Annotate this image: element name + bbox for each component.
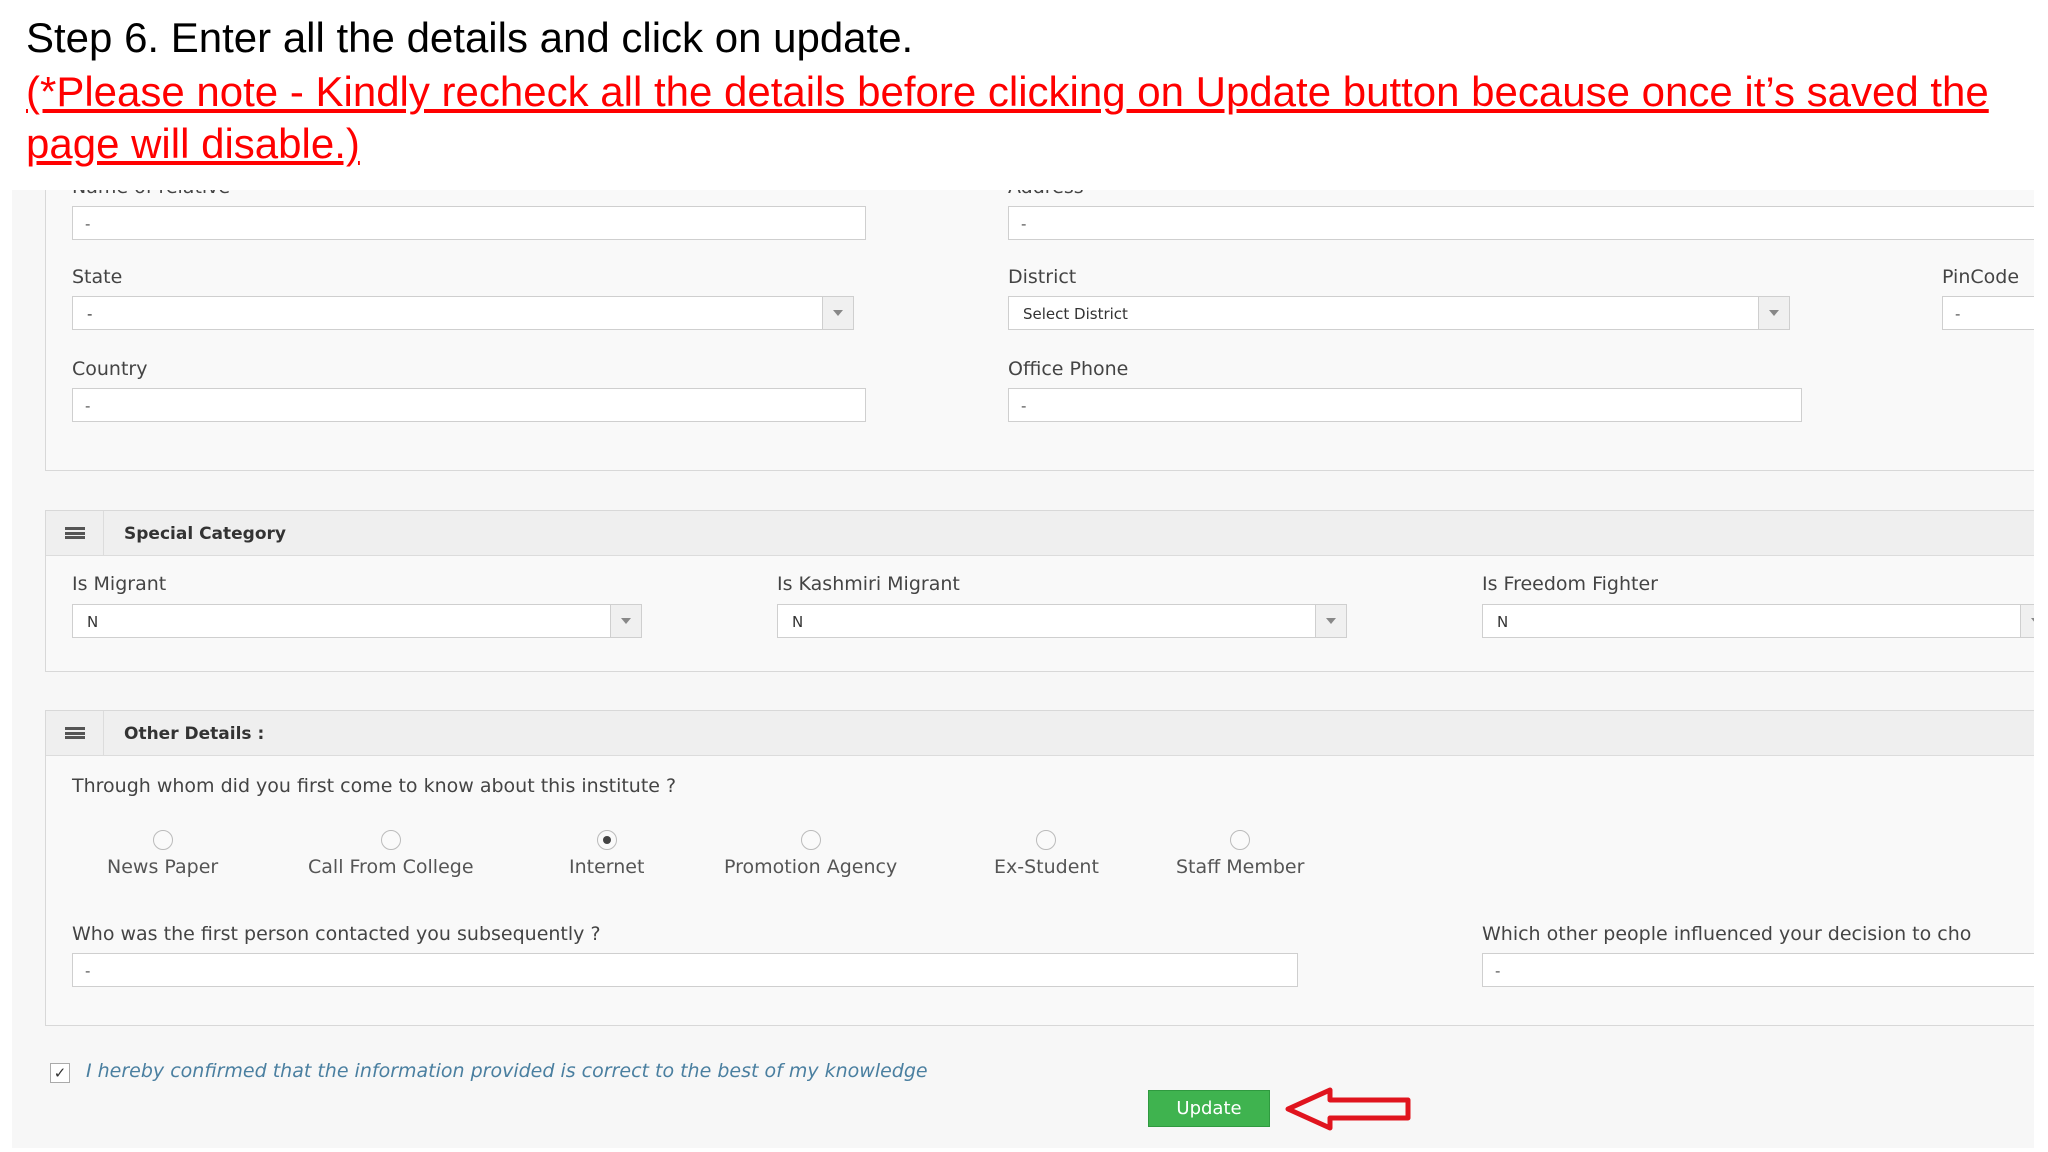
menu-icon bbox=[46, 511, 104, 555]
radio-circle-selected[interactable] bbox=[596, 830, 617, 850]
radio-circle[interactable] bbox=[800, 830, 821, 850]
radio-circle[interactable] bbox=[1230, 830, 1251, 850]
radio-circle[interactable] bbox=[380, 830, 401, 850]
radio-label: News Paper bbox=[107, 856, 219, 878]
radio-circle[interactable] bbox=[152, 830, 173, 850]
is-kashmiri-migrant-select[interactable]: N bbox=[777, 604, 1347, 638]
district-select[interactable]: Select District bbox=[1008, 296, 1790, 330]
radio-label: Staff Member bbox=[1176, 856, 1305, 878]
chevron-down-icon bbox=[610, 605, 641, 637]
country-input[interactable]: - bbox=[72, 388, 866, 422]
chevron-down-icon bbox=[2020, 605, 2034, 637]
is-kashmiri-migrant-value: N bbox=[792, 613, 804, 631]
office-phone-input[interactable]: - bbox=[1008, 388, 1802, 422]
slide-note: (*Please note - Kindly recheck all the d… bbox=[26, 68, 1989, 167]
pincode-label: PinCode bbox=[1942, 266, 2020, 288]
chevron-down-icon bbox=[1315, 605, 1346, 637]
radio-ex-student[interactable]: Ex-Student bbox=[994, 830, 1099, 878]
other-details-header: Other Details : bbox=[46, 711, 2034, 756]
influenced-label: Which other people influenced your decis… bbox=[1482, 923, 1972, 945]
is-migrant-label: Is Migrant bbox=[72, 573, 167, 595]
is-freedom-fighter-label: Is Freedom Fighter bbox=[1482, 573, 1658, 595]
special-category-panel: Special Category bbox=[45, 510, 2034, 672]
slide-title: Step 6. Enter all the details and click … bbox=[26, 14, 914, 61]
update-button[interactable]: Update bbox=[1148, 1090, 1270, 1127]
is-kashmiri-migrant-label: Is Kashmiri Migrant bbox=[777, 573, 960, 595]
name-of-relative-label: Name of relative bbox=[72, 190, 230, 198]
radio-label: Ex-Student bbox=[994, 856, 1099, 878]
is-migrant-value: N bbox=[87, 613, 99, 631]
is-migrant-select[interactable]: N bbox=[72, 604, 642, 638]
state-value: - bbox=[87, 305, 93, 323]
is-freedom-fighter-value: N bbox=[1497, 613, 1509, 631]
arrow-left-icon bbox=[1285, 1087, 1411, 1131]
district-label: District bbox=[1008, 266, 1077, 288]
confirm-checkbox[interactable]: ✓ bbox=[50, 1063, 70, 1083]
form-screenshot: Name of relative - Address - State - Dis… bbox=[12, 190, 2034, 1148]
radio-label: Internet bbox=[569, 856, 645, 878]
first-person-label: Who was the first person contacted you s… bbox=[72, 923, 601, 945]
state-label: State bbox=[72, 266, 123, 288]
radio-label: Call From College bbox=[308, 856, 474, 878]
radio-circle[interactable] bbox=[1036, 830, 1057, 850]
other-details-title: Other Details : bbox=[124, 724, 265, 744]
radio-internet[interactable]: Internet bbox=[569, 830, 644, 878]
address-input[interactable]: - bbox=[1008, 206, 2034, 240]
chevron-down-icon bbox=[822, 297, 853, 329]
name-of-relative-input[interactable]: - bbox=[72, 206, 866, 240]
radio-promotion-agency[interactable]: Promotion Agency bbox=[724, 830, 897, 878]
chevron-down-icon bbox=[1758, 297, 1789, 329]
radio-staff-member[interactable]: Staff Member bbox=[1176, 830, 1304, 878]
pincode-input[interactable]: - bbox=[1942, 296, 2034, 330]
special-category-header: Special Category bbox=[46, 511, 2034, 556]
office-phone-label: Office Phone bbox=[1008, 358, 1129, 380]
menu-icon bbox=[46, 711, 104, 755]
special-category-title: Special Category bbox=[124, 524, 286, 544]
radio-news-paper[interactable]: News Paper bbox=[107, 830, 218, 878]
first-person-input[interactable]: - bbox=[72, 953, 1298, 987]
radio-label: Promotion Agency bbox=[724, 856, 898, 878]
confirm-text: I hereby confirmed that the information … bbox=[86, 1060, 928, 1082]
address-label: Address bbox=[1008, 190, 1084, 198]
is-freedom-fighter-select[interactable]: N bbox=[1482, 604, 2034, 638]
state-select[interactable]: - bbox=[72, 296, 854, 330]
radio-call-from-college[interactable]: Call From College bbox=[308, 830, 474, 878]
district-value: Select District bbox=[1023, 305, 1128, 323]
influenced-input[interactable]: - bbox=[1482, 953, 2034, 987]
source-question: Through whom did you first come to know … bbox=[72, 775, 677, 797]
country-label: Country bbox=[72, 358, 148, 380]
